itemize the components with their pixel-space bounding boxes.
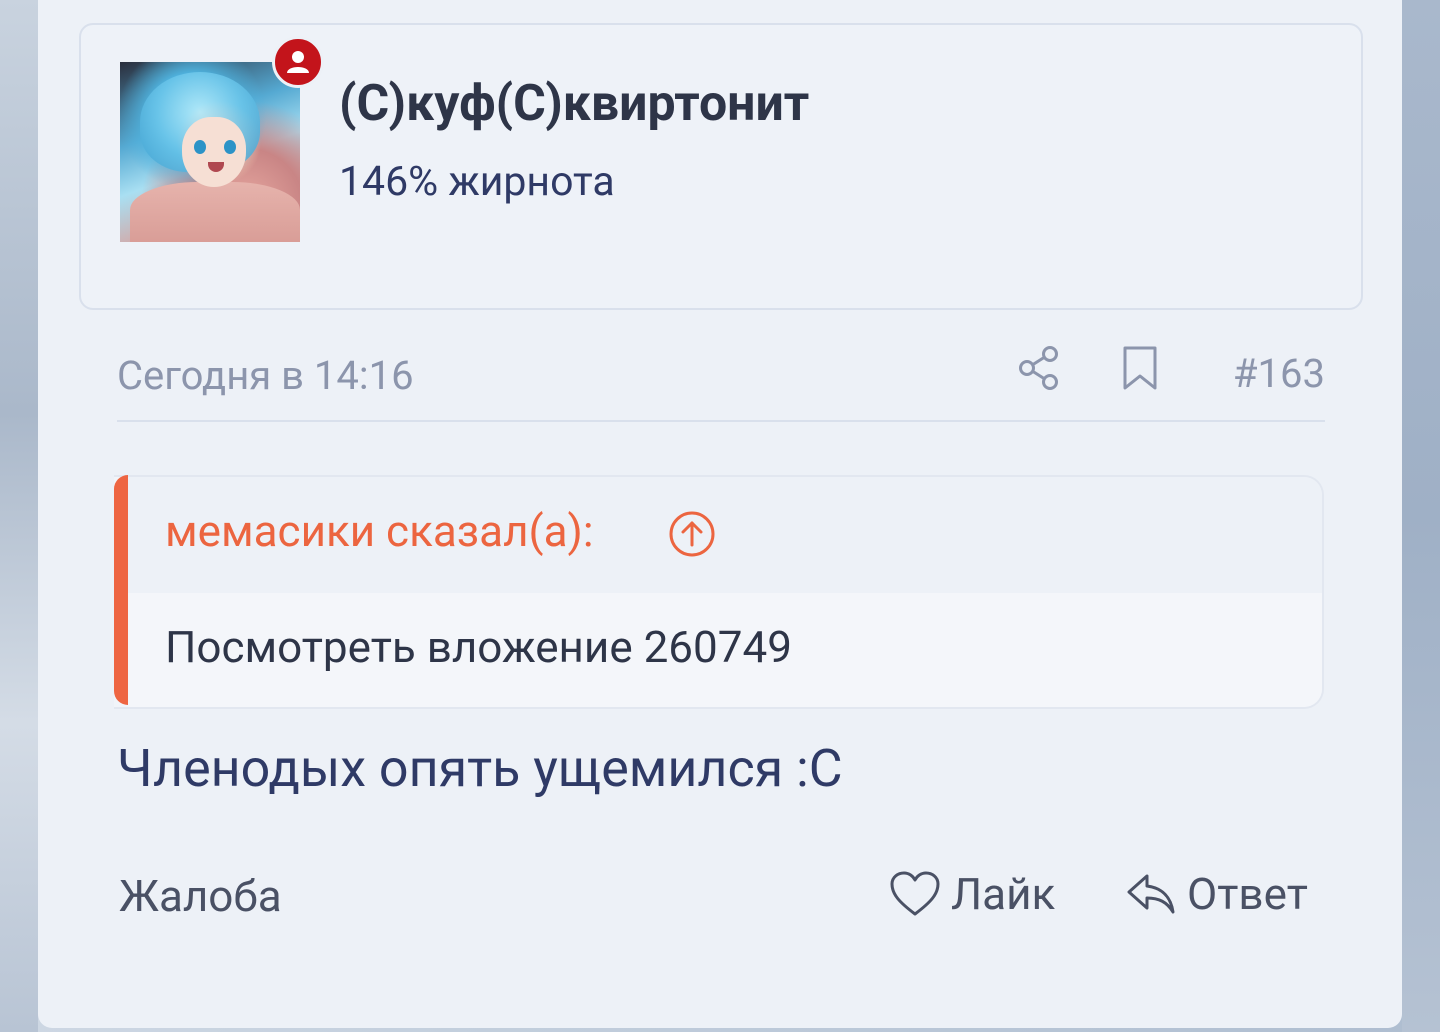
avatar-body — [130, 182, 300, 242]
reply-label: Ответ — [1187, 868, 1308, 920]
post-text: Членодых опять ущемился :С — [117, 738, 843, 799]
user-title: 146% жирнота — [339, 158, 615, 206]
share-icon[interactable] — [1017, 344, 1061, 392]
post-date[interactable]: Сегодня в 14:16 — [117, 352, 414, 399]
avatar-eye — [194, 140, 206, 154]
quote-accent-bar — [114, 475, 128, 705]
post-meta: Сегодня в 14:16 #163 — [117, 340, 1325, 422]
person-icon — [287, 51, 309, 73]
post-card: (С)куф(С)квиртонит 146% жирнота Сегодня … — [38, 0, 1402, 1028]
quote-block: мемасики сказал(а): Посмотреть вложение … — [114, 475, 1324, 709]
heart-icon — [890, 871, 940, 916]
reply-icon — [1127, 874, 1175, 914]
arrow-up-circle-icon[interactable] — [667, 509, 717, 559]
quote-author[interactable]: мемасики сказал(а): — [165, 505, 593, 557]
user-card: (С)куф(С)квиртонит 146% жирнота — [79, 23, 1363, 310]
avatar[interactable] — [120, 62, 300, 242]
status-badge — [272, 36, 324, 88]
like-button[interactable]: Лайк — [889, 866, 1055, 922]
like-label: Лайк — [951, 868, 1056, 920]
bookmark-icon[interactable] — [1120, 344, 1160, 392]
quote-attachment-link[interactable]: Посмотреть вложение 260749 — [165, 621, 792, 673]
background-left — [0, 0, 38, 1032]
avatar-eye — [224, 140, 236, 154]
post-number[interactable]: #163 — [1233, 350, 1325, 397]
quote-header: мемасики сказал(а): — [128, 477, 1322, 593]
avatar-face — [182, 117, 246, 187]
report-button[interactable]: Жалоба — [119, 870, 282, 922]
username[interactable]: (С)куф(С)квиртонит — [339, 75, 809, 133]
quote-body: Посмотреть вложение 260749 — [128, 593, 1322, 707]
reply-button[interactable]: Ответ — [1125, 866, 1308, 922]
background-right — [1402, 0, 1440, 1032]
